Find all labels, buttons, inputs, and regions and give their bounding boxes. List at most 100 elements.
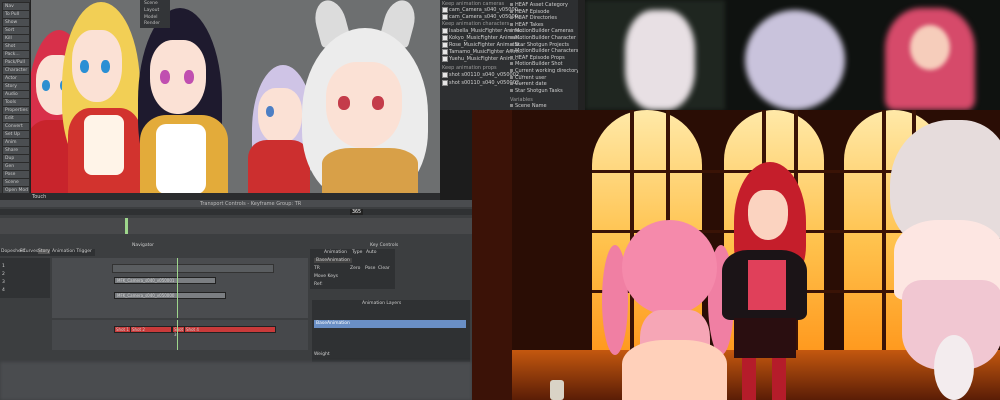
- rail-button-label: To Pull: [5, 12, 20, 17]
- variable-item[interactable]: Star Shotgun Tasks: [510, 88, 576, 94]
- rail-button-label: Audio: [5, 92, 18, 97]
- rail-button-label: Gen: [5, 164, 15, 169]
- variable-item-label: Scene Name: [515, 103, 547, 109]
- chevron-right-icon: [510, 49, 513, 53]
- variable-item[interactable]: MotionBuilder Shot: [510, 61, 576, 67]
- checkbox[interactable]: [442, 49, 448, 55]
- 3d-viewport[interactable]: Nav To Pull Show Sort Kill Shot Pack... Pack/Pu…: [0, 0, 440, 200]
- variable-item-label: MotionBuilder Characters: [515, 48, 579, 55]
- variable-item-label: Current working directory: [515, 68, 580, 74]
- blurred-character-2: [745, 10, 845, 110]
- section-characters: Keep animation characters: [442, 21, 510, 27]
- shot-clip-4[interactable]: Shot 4: [184, 326, 276, 333]
- checkbox[interactable]: [442, 14, 448, 20]
- variable-item-label: HEAF Asset Category: [515, 2, 568, 8]
- checkbox[interactable]: [442, 28, 448, 34]
- checkbox[interactable]: [442, 72, 448, 78]
- clear-button[interactable]: Clear: [378, 266, 390, 271]
- shot-clip-2[interactable]: Shot 2: [130, 326, 172, 333]
- variable-item[interactable]: MotionBuilder Character Poses: [510, 35, 592, 41]
- checkbox[interactable]: [442, 35, 448, 41]
- variable-item[interactable]: MotionBuilder Cameras: [510, 28, 576, 34]
- tab-story[interactable]: Story: [38, 249, 50, 254]
- asset-list-item[interactable]: Isabella_MusicFighter Anima...: [442, 28, 525, 34]
- track-1[interactable]: [112, 264, 274, 273]
- key-controls-label: Key Controls: [370, 243, 399, 248]
- key-controls-panel: Animation Type Auto BaseAnimation TR Zer…: [310, 249, 395, 289]
- variable-item-label: MotionBuilder Cameras: [515, 28, 574, 35]
- asset-panel: Keep animation cameras Keep animation ch…: [440, 0, 592, 110]
- chevron-right-icon: [510, 88, 513, 92]
- left-pillar: [472, 110, 512, 400]
- rail-button-label: Show: [5, 20, 18, 25]
- ref-label: Ref:: [314, 282, 323, 287]
- variable-item[interactable]: Current date: [510, 81, 576, 87]
- camera-clip-1[interactable]: MFK_Camera_s040_v050001: [114, 277, 216, 284]
- menu-item-layout[interactable]: Layout: [144, 8, 159, 13]
- checkbox[interactable]: [442, 56, 448, 62]
- rail-button-label: Anim: [5, 140, 17, 145]
- base-animation-layer[interactable]: BaseAnimation: [314, 320, 466, 328]
- zero-button[interactable]: Zero: [350, 266, 360, 271]
- asset-list-item[interactable]: Kokyo_MusicFighter Animat...: [442, 35, 522, 41]
- asset-list-item[interactable]: cam_Camera_s040_v05000...: [442, 14, 523, 20]
- variable-item[interactable]: Current working directory: [510, 68, 580, 74]
- variable-item[interactable]: HEAF Directories: [510, 15, 576, 21]
- playhead[interactable]: [125, 218, 128, 234]
- blurred-character-1: [625, 10, 695, 110]
- menu-item-model[interactable]: Model: [144, 15, 158, 20]
- animation-layers-panel: Animation Layers BaseAnimation Weight: [312, 300, 470, 362]
- variable-item[interactable]: HEAF Episode: [510, 9, 576, 15]
- shot-track[interactable]: Shot 1 Shot 2 Shot 3 Shot 4: [52, 320, 308, 350]
- chevron-right-icon: [510, 104, 513, 107]
- variable-item-label: Star Shotgun Projects: [515, 41, 570, 48]
- variable-item[interactable]: MotionBuilder Characters: [510, 48, 579, 55]
- variable-item[interactable]: Star Shotgun Projects: [510, 42, 576, 48]
- frame-readout[interactable]: 365: [350, 209, 364, 215]
- variable-item[interactable]: Scene Name: [510, 103, 576, 109]
- asset-panel-scrollbar[interactable]: [578, 0, 585, 110]
- menu-item-render[interactable]: Render: [144, 21, 160, 26]
- chevron-right-icon: [510, 16, 513, 20]
- menu-item-scene[interactable]: Scene: [144, 1, 158, 6]
- type-value[interactable]: Auto: [366, 250, 376, 255]
- pose-button[interactable]: Pose: [365, 266, 375, 271]
- base-animation-select[interactable]: BaseAnimation: [314, 258, 352, 263]
- asset-list-item[interactable]: cam_Camera_s040_v05000...: [442, 7, 523, 13]
- tr-label: TR: [314, 266, 320, 271]
- tab-animation-trigger[interactable]: Animation Trigger: [52, 249, 92, 254]
- chevron-right-icon: [510, 42, 513, 46]
- asset-list-item[interactable]: shot s00110_s040_v050002...: [442, 80, 524, 86]
- asset-list-item[interactable]: Rose_MusicFighter Animatio...: [442, 42, 524, 48]
- variable-item[interactable]: HEAF Episode Props: [510, 55, 576, 61]
- asset-list-item[interactable]: Tamamo_MusicFighter Anim...: [442, 49, 523, 55]
- track-lanes[interactable]: MFK_Camera_s040_v050001 MFK_Camera_s040_…: [52, 258, 308, 318]
- transport-bar: Transport Controls - Keyframe Group: TR: [0, 200, 472, 207]
- checkbox[interactable]: [442, 7, 448, 13]
- checkbox[interactable]: [442, 80, 448, 86]
- layers-title: Animation Layers: [362, 301, 402, 306]
- blurred-lower-ui: [0, 362, 472, 400]
- chevron-right-icon: [510, 62, 513, 66]
- chevron-right-icon: [510, 22, 513, 26]
- chevron-right-icon: [510, 82, 513, 86]
- variable-item[interactable]: Current user: [510, 75, 576, 81]
- rail-button-label: Kill: [5, 36, 12, 41]
- animation-label: Animation: [324, 250, 347, 255]
- asset-list-item-label: Yuehu_MusicFighter Anim...: [449, 56, 518, 62]
- track-label-3: 3: [2, 280, 5, 285]
- rail-button-label: Scene: [5, 180, 19, 185]
- camera-clip-2[interactable]: MFK_Camera_s040_v050000: [114, 292, 226, 299]
- chevron-right-icon: [510, 69, 513, 72]
- chevron-right-icon: [510, 75, 513, 79]
- move-keys-label: Move Keys: [314, 274, 339, 279]
- asset-list-item[interactable]: shot s00110_s040_v050002...: [442, 72, 524, 78]
- variable-item-label: Star Shotgun Tasks: [515, 87, 563, 94]
- rail-button-label: Nav: [5, 4, 14, 9]
- asset-list-item[interactable]: Yuehu_MusicFighter Anim...: [442, 56, 517, 62]
- checkbox[interactable]: [442, 42, 448, 48]
- tab-fcurves[interactable]: FCurves: [20, 249, 38, 254]
- variable-item[interactable]: HEAF Asset Category: [510, 2, 576, 8]
- variable-item[interactable]: HEAF Takes: [510, 22, 576, 28]
- time-ruler[interactable]: [0, 218, 472, 234]
